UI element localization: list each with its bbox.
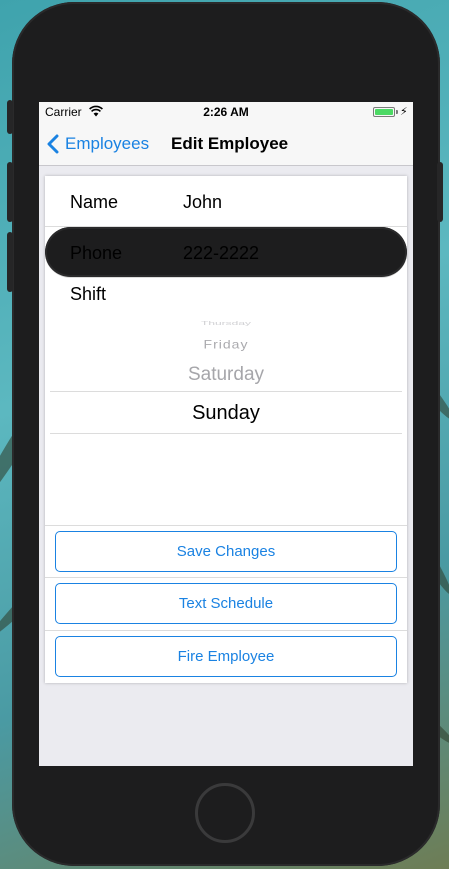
bolt-icon: ⚡	[400, 106, 408, 118]
back-button[interactable]: Employees	[47, 122, 149, 166]
picker-option-saturday[interactable]: Saturday	[50, 364, 402, 386]
mute-switch	[7, 100, 13, 134]
home-button[interactable]	[195, 783, 255, 843]
power-button	[437, 162, 443, 222]
page-title: Edit Employee	[171, 134, 289, 153]
chevron-left-icon	[47, 134, 59, 154]
save-row: Save Changes	[45, 525, 407, 577]
status-time: 2:26 AM	[203, 105, 249, 119]
text-schedule-row: Text Schedule	[45, 577, 407, 629]
back-button-label: Employees	[65, 134, 150, 153]
name-row[interactable]: Name John	[45, 176, 407, 227]
status-bar: Carrier 2:26 AM ⚡	[39, 102, 413, 122]
employee-form: Name John Phone 222-2222 Shift Thursday …	[45, 176, 407, 683]
picker-option-friday[interactable]: Friday	[50, 337, 402, 351]
name-label: Name	[70, 192, 119, 212]
shift-picker[interactable]: Thursday Friday Saturday Sunday	[50, 312, 402, 524]
picker-selection-bottom-line	[50, 433, 402, 434]
phone-row[interactable]: Phone 222-2222	[45, 227, 407, 278]
phone-label: Phone	[70, 243, 123, 263]
save-changes-button[interactable]: Save Changes	[55, 531, 397, 572]
screen: Carrier 2:26 AM ⚡ Employees Edit Employe…	[39, 102, 413, 766]
picker-option-sunday[interactable]: Sunday	[50, 402, 402, 425]
name-field[interactable]: John	[183, 192, 222, 213]
shift-label: Shift	[70, 284, 107, 304]
battery-tip	[396, 110, 398, 114]
fire-employee-row: Fire Employee	[45, 630, 407, 682]
phone-field[interactable]: 222-2222	[183, 243, 259, 264]
battery-icon	[373, 107, 395, 117]
volume-up-button	[7, 162, 13, 222]
battery-level	[375, 109, 393, 115]
picker-option-thursday[interactable]: Thursday	[50, 320, 402, 326]
picker-selection-top-line	[50, 391, 402, 392]
navigation-bar: Employees Edit Employee	[39, 122, 413, 166]
volume-down-button	[7, 232, 13, 292]
text-schedule-button[interactable]: Text Schedule	[55, 583, 397, 624]
fire-employee-button[interactable]: Fire Employee	[55, 636, 397, 677]
